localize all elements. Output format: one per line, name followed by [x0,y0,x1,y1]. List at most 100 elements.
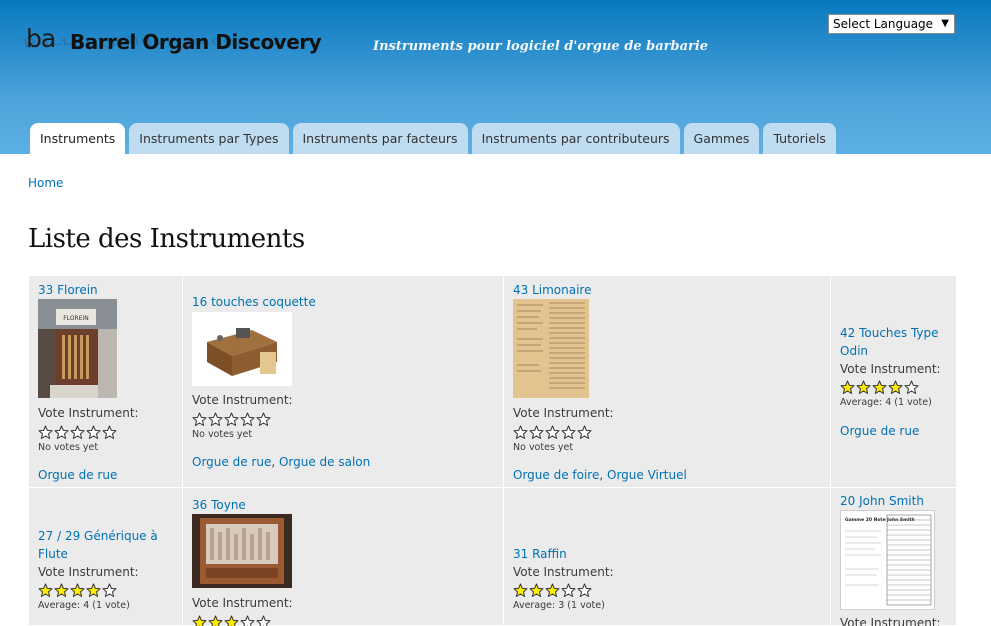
star-filled-icon[interactable] [856,380,871,395]
star-filled-icon[interactable] [545,583,560,598]
site-header: Barrel Organ Discovery ba Barrel Organ D… [0,0,991,154]
rating-stars[interactable] [38,583,117,598]
instrument-grid: 33 Florein FLOREIN Vote Instrument: No v… [29,276,957,626]
instrument-title-link[interactable]: 33 Florein [38,281,98,299]
instrument-cell: 20 John Smith Gamme 20 Note John Smith V… [831,488,957,626]
instrument-tags: Orgue de rue [840,424,919,438]
site-slogan: Instruments pour logiciel d'orgue de bar… [373,39,709,54]
vote-label: Vote Instrument: [513,406,614,420]
instrument-title-link[interactable]: 43 Limonaire [513,281,591,299]
instrument-thumbnail[interactable]: FLOREIN [38,299,117,398]
star-filled-icon[interactable] [54,583,69,598]
rating-stars[interactable] [513,425,592,440]
star-empty-icon[interactable] [86,425,101,440]
language-select[interactable]: Select Language ▼ [828,14,955,34]
vote-label: Vote Instrument: [38,565,139,579]
star-filled-icon[interactable] [840,380,855,395]
star-filled-icon[interactable] [208,615,223,626]
star-empty-icon[interactable] [38,425,53,440]
vote-label: Vote Instrument: [38,406,139,420]
star-filled-icon[interactable] [224,615,239,626]
tab-gammes[interactable]: Gammes [683,123,760,154]
rating-stars[interactable] [192,615,271,626]
instrument-cell: 43 Limonaire Vote Instrument: No votes y… [504,276,831,488]
rating-stars[interactable] [840,380,919,395]
vote-label: Vote Instrument: [192,596,293,610]
tag-link[interactable]: Orgue de rue [192,455,271,469]
star-filled-icon[interactable] [192,615,207,626]
star-empty-icon[interactable] [529,425,544,440]
star-empty-icon[interactable] [102,425,117,440]
star-filled-icon[interactable] [70,583,85,598]
instrument-thumbnail[interactable] [513,299,589,398]
star-filled-icon[interactable] [38,583,53,598]
star-empty-icon[interactable] [545,425,560,440]
instrument-thumbnail[interactable] [192,514,292,588]
star-empty-icon[interactable] [240,615,255,626]
vote-label: Vote Instrument: [840,616,941,626]
star-empty-icon[interactable] [192,412,207,427]
instrument-title-link[interactable]: 16 touches coquette [192,293,316,311]
star-empty-icon[interactable] [240,412,255,427]
star-empty-icon[interactable] [561,583,576,598]
star-empty-icon[interactable] [102,583,117,598]
star-filled-icon[interactable] [872,380,887,395]
tab-instruments[interactable]: Instruments [30,123,126,154]
instrument-cell: 36 Toyne Vote Instrument: [183,488,504,626]
instrument-title-link[interactable]: 27 / 29 Générique à [38,527,158,545]
star-empty-icon[interactable] [577,425,592,440]
star-empty-icon[interactable] [208,412,223,427]
star-empty-icon[interactable] [577,583,592,598]
instrument-title-link[interactable]: 42 Touches Type [840,324,939,342]
tab-instruments-par-types[interactable]: Instruments par Types [129,123,289,154]
tab-instruments-par-contributeurs[interactable]: Instruments par contributeurs [471,123,680,154]
language-select-value: Select Language [833,17,934,31]
rating-stars[interactable] [192,412,271,427]
vote-label: Vote Instrument: [513,565,614,579]
star-filled-icon[interactable] [513,583,528,598]
instrument-tags: Orgue de rue, Orgue de salon [192,455,371,469]
tag-link[interactable]: Orgue de foire [513,468,599,482]
star-empty-icon[interactable] [256,412,271,427]
instrument-cell: 33 Florein FLOREIN Vote Instrument: No v… [29,276,183,488]
vote-label: Vote Instrument: [192,393,293,407]
vote-summary: Average: 4 (1 vote) [38,600,130,611]
star-empty-icon[interactable] [54,425,69,440]
instrument-title-link-line2[interactable]: Flute [38,545,68,563]
tag-link[interactable]: Orgue Virtuel [607,468,687,482]
vote-summary: Average: 4 (1 vote) [840,397,932,408]
instrument-title-link-line2[interactable]: Odin [840,342,868,360]
star-empty-icon[interactable] [513,425,528,440]
vote-summary: No votes yet [513,442,574,453]
tag-link[interactable]: Orgue de salon [279,455,370,469]
instrument-title-link[interactable]: 31 Raffin [513,545,567,563]
star-empty-icon[interactable] [224,412,239,427]
vote-summary: No votes yet [192,429,253,440]
star-filled-icon[interactable] [86,583,101,598]
tab-instruments-par-facteurs[interactable]: Instruments par facteurs [292,123,468,154]
main-tabs: Instruments Instruments par Types Instru… [30,123,836,154]
star-filled-icon[interactable] [888,380,903,395]
breadcrumb: Home [28,176,63,190]
star-empty-icon[interactable] [904,380,919,395]
breadcrumb-home-link[interactable]: Home [28,176,63,190]
instrument-thumbnail[interactable] [192,312,292,386]
rating-stars[interactable] [513,583,592,598]
star-empty-icon[interactable] [70,425,85,440]
vote-label: Vote Instrument: [840,362,941,376]
instrument-tags: Orgue de rue [38,468,117,482]
star-empty-icon[interactable] [561,425,576,440]
tab-tutoriels[interactable]: Tutoriels [763,123,836,154]
logo-mark: ba [26,24,56,53]
tag-link[interactable]: Orgue de rue [38,468,117,482]
logo[interactable]: ba [26,24,56,53]
instrument-cell: 42 Touches Type Odin Vote Instrument: Av… [831,276,957,488]
instrument-title-link[interactable]: 20 John Smith [840,492,924,510]
site-name[interactable]: Barrel Organ Discovery [70,30,322,54]
star-filled-icon[interactable] [529,583,544,598]
instrument-thumbnail[interactable]: Gamme 20 Note John Smith [840,510,935,610]
instrument-title-link[interactable]: 36 Toyne [192,496,246,514]
tag-link[interactable]: Orgue de rue [840,424,919,438]
rating-stars[interactable] [38,425,117,440]
star-empty-icon[interactable] [256,615,271,626]
